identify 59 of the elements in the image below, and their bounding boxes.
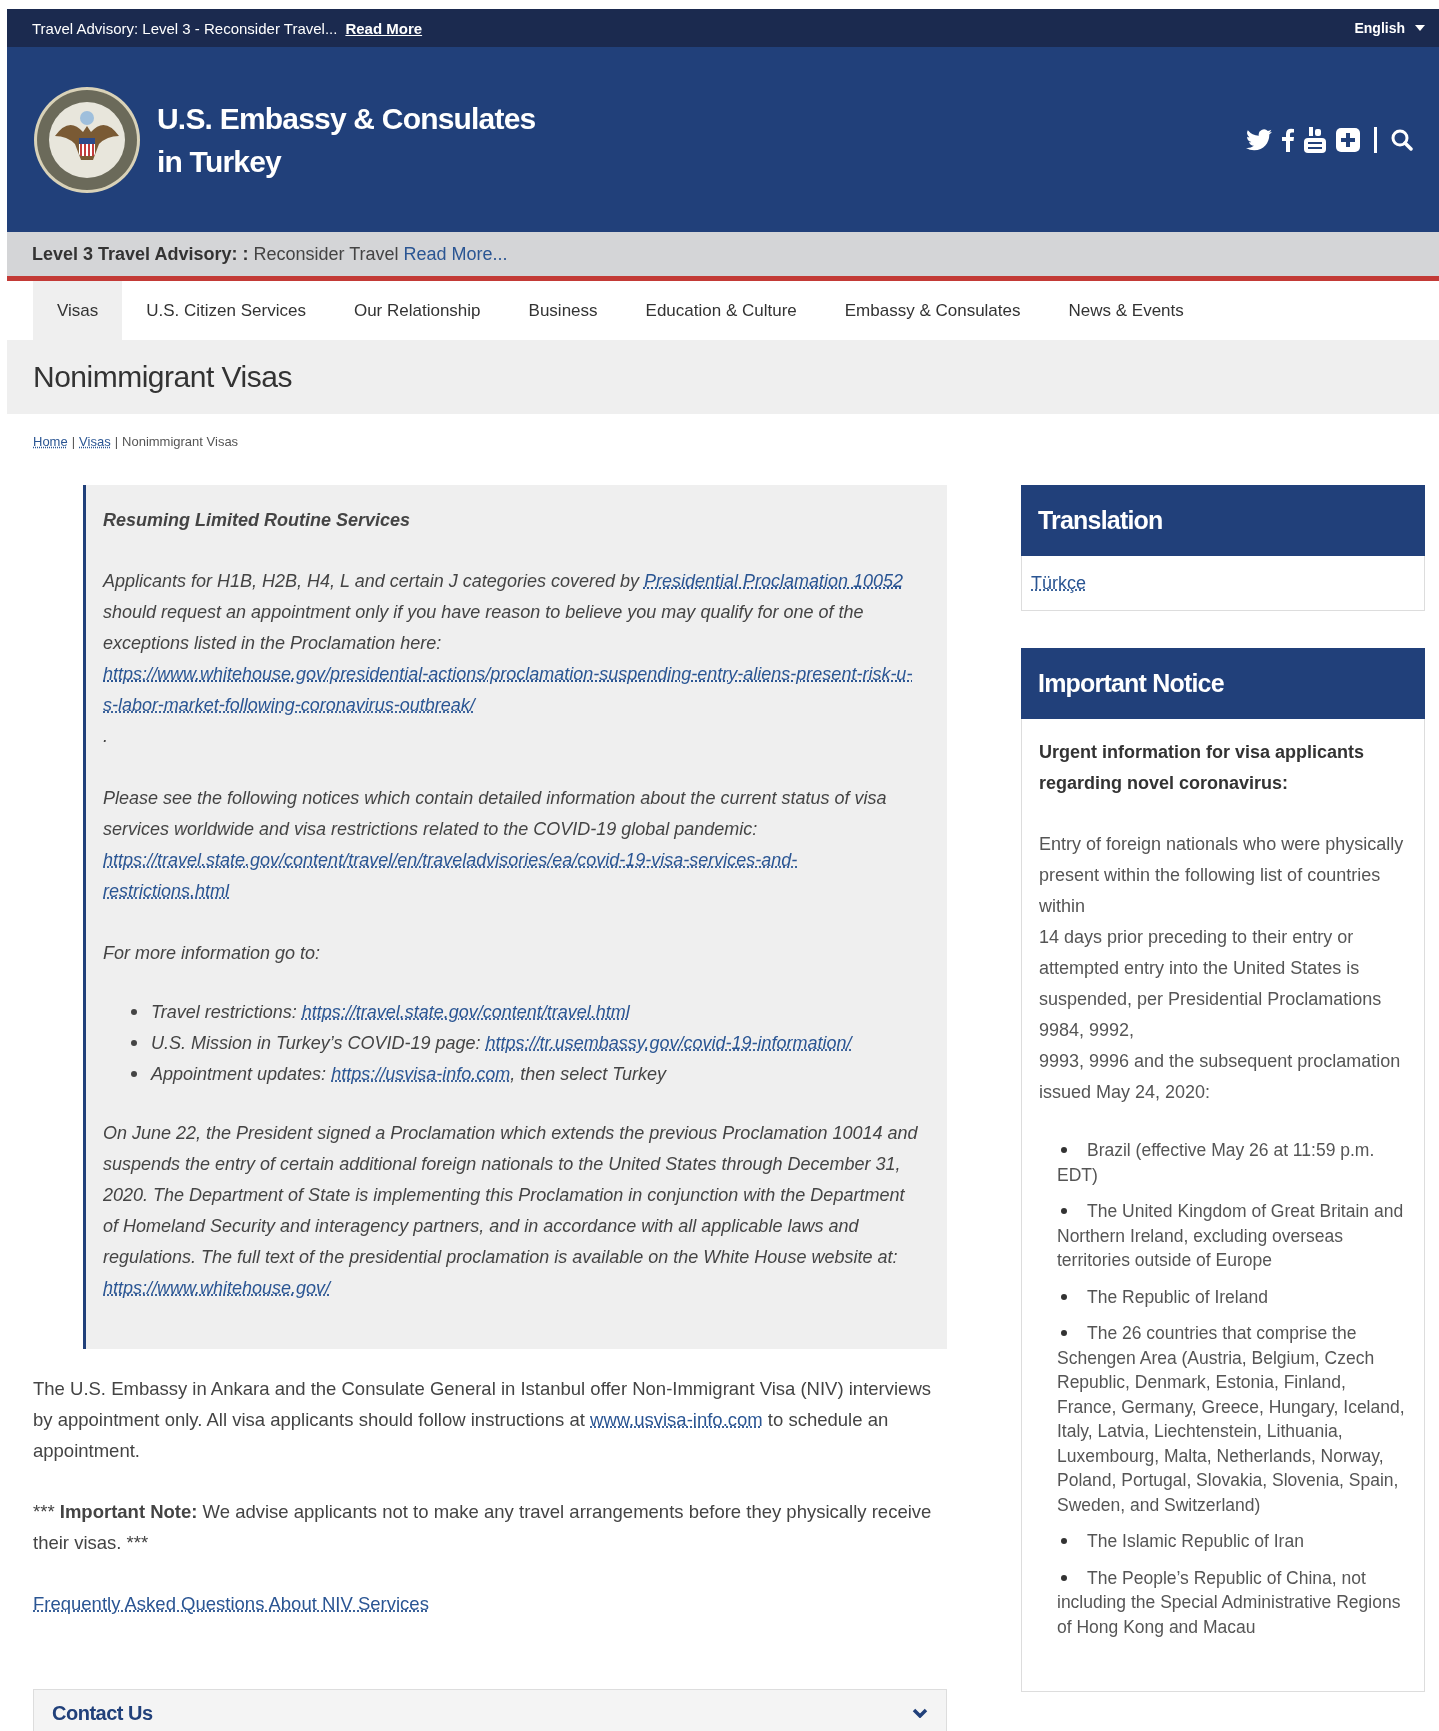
paragraph: The U.S. Embassy in Ankara and the Consulate General in Istanbul offer Non-Immigrant Visa (NIV) interviews by appointment only. All visa applicants should follow instructions at www.usvisa-info.com to schedule an appointment. <box>33 1377 932 1463</box>
nav-tab[interactable]: News & Events <box>1044 281 1208 340</box>
text-link[interactable]: https://travel.state.gov/content/travel.html <box>301 997 630 1028</box>
country-item: The Republic of Ireland <box>1057 1284 1407 1309</box>
facebook-icon <box>1282 127 1294 152</box>
language-link[interactable]: Türkçe <box>1031 572 1086 594</box>
nav-tab[interactable]: Embassy & Consulates <box>820 281 1045 340</box>
advisory-text: Travel Advisory: Level 3 - Reconsider Travel... <box>32 19 338 37</box>
text-link[interactable]: https://tr.usembassy.gov/covid-19-information/ <box>485 1028 852 1059</box>
text-link[interactable]: Presidential Proclamation 10052 <box>643 566 904 597</box>
notice-text: Entry of foreign nationals who were physically present within the following list of countries within 14 days prior preceding to their entry or attempted entry into the United States is suspended, per Presidential Proclamations 9984, 9992, 9993, 9996 and the subsequent proclamation issued May 24, 2020: <box>1039 833 1405 1104</box>
nav-tab[interactable]: Business <box>504 281 622 340</box>
read-more-link[interactable]: Read More... <box>403 243 508 265</box>
text-link[interactable]: Frequently Asked Questions About NIV Services <box>33 1588 429 1619</box>
paragraph: On June 22, the President signed a Proclamation which extends the previous Proclamation 10014 and suspends the entry of certain additional foreign nationals to the United States through December 31, 2020. The Department of State is implementing this Proclamation in conjunction with the Department of Homeland Security and interagency partners, and in accordance with all applicable laws and regulations. The full text of the presidential proclamation is available on the White House website at: https://www.whitehouse.gov/ <box>103 1118 923 1304</box>
paragraph: Please see the following notices which contain detailed information about the current status of visa services worldwide and visa restrictions related to the COVID-19 global pandemic: https://travel.state.gov/content/travel/en/traveladvisories/ea/covid-19-visa-services-and-restrictions.html <box>103 783 923 907</box>
callout-title: Resuming Limited Routine Services <box>103 509 412 532</box>
bullet-icon <box>131 1009 137 1015</box>
nav-tab[interactable]: Visas <box>33 281 123 340</box>
nav-tab[interactable]: Education & Culture <box>621 281 821 340</box>
text-link[interactable]: https://www.whitehouse.gov/presidential-actions/proclamation-suspending-entry-aliens-present-risk-u-s-labor-market-following-coronavirus-outbreak/ <box>103 659 923 721</box>
country-item: Brazil (effective May 26 at 11:59 p.m. EDT) <box>1057 1139 1376 1187</box>
paragraph: Applicants for H1B, H2B, H4, L and certain J categories covered by Presidential Proclamation 10052 should request an appointment only if you have reason to believe you may qualify for one of the exceptions listed in the Proclamation here: https://www.whitehouse.gov/presidential-actions/proclamation-suspending-entry-aliens-present-risk-u-s-labor-market-following-coronavirus-outbreak/ . <box>103 566 923 752</box>
contact-accordion[interactable]: Contact Us <box>33 1689 947 1731</box>
plus-icon <box>1336 127 1360 152</box>
country-item: The Islamic Republic of Iran <box>1057 1529 1407 1554</box>
list-item: U.S. Mission in Turkey’s COVID-19 page: https://tr.usembassy.gov/covid-19-information/ <box>151 1028 852 1059</box>
language-dropdown[interactable]: English <box>1354 20 1425 36</box>
panel-header: Important Notice <box>1021 648 1425 719</box>
site-title: U.S. Embassy & Consulates in Turkey <box>157 100 537 180</box>
notice-heading: Urgent information for visa applicants regarding novel coronavirus: <box>1039 741 1366 795</box>
page-title: Nonimmigrant Visas <box>33 360 292 394</box>
nav-tab[interactable]: Our Relationship <box>329 281 505 340</box>
panel-header: Translation <box>1021 485 1425 556</box>
read-more-link[interactable]: Read More <box>345 19 423 37</box>
text-link[interactable]: https://travel.state.gov/content/travel/en/traveladvisories/ea/covid-19-visa-services-and-restrictions.html <box>103 845 923 907</box>
text-link[interactable]: www.usvisa-info.com <box>590 1404 763 1435</box>
country-item: The 26 countries that comprise the Schengen Area (Austria, Belgium, Czech Republic, Denmark, Estonia, Finland, France, Germany, Greece, Hungary, Iceland, Italy, Latvia, Liechtenstein, Lithuania, Luxembourg, Malta, Netherlands, Norway, Poland, Portugal, Slovakia, Slovenia, Spain, Sweden, and Switzerland) <box>1057 1322 1406 1517</box>
nav-tab[interactable]: U.S. Citizen Services <box>122 281 330 340</box>
list-item: Travel restrictions: https://travel.state.gov/content/travel.html <box>151 997 630 1028</box>
country-item: The United Kingdom of Great Britain and Northern Ireland, excluding overseas territories outside of Europe <box>1057 1200 1405 1272</box>
video-icon <box>1304 126 1326 153</box>
breadcrumb-link[interactable]: Visas <box>79 434 111 449</box>
twitter-icon <box>1246 128 1272 151</box>
search-icon <box>1391 128 1413 151</box>
list-item: Appointment updates: https://usvisa-info.com, then select Turkey <box>151 1059 666 1090</box>
bullet-icon <box>131 1040 137 1046</box>
bullet-icon <box>131 1071 137 1077</box>
breadcrumb-separator: | <box>114 434 119 449</box>
breadcrumb-link[interactable]: Home <box>33 434 68 449</box>
breadcrumb-current: Nonimmigrant Visas <box>122 434 239 449</box>
breadcrumb-separator: | <box>71 434 76 449</box>
country-item: The People’s Republic of China, not including the Special Administrative Regions of Hong Kong and Macau <box>1057 1566 1402 1639</box>
text-link[interactable]: https://www.whitehouse.gov/ <box>103 1273 331 1304</box>
advisory-text: Level 3 Travel Advisory: : Reconsider Travel <box>32 243 399 265</box>
paragraph: For more information go to: <box>103 942 322 965</box>
caret-icon <box>1415 25 1425 31</box>
paragraph: *** Important Note: We advise applicants not to make any travel arrangements before they physically receive their visas. *** <box>33 1500 933 1555</box>
text-link[interactable]: https://usvisa-info.com <box>331 1059 511 1090</box>
